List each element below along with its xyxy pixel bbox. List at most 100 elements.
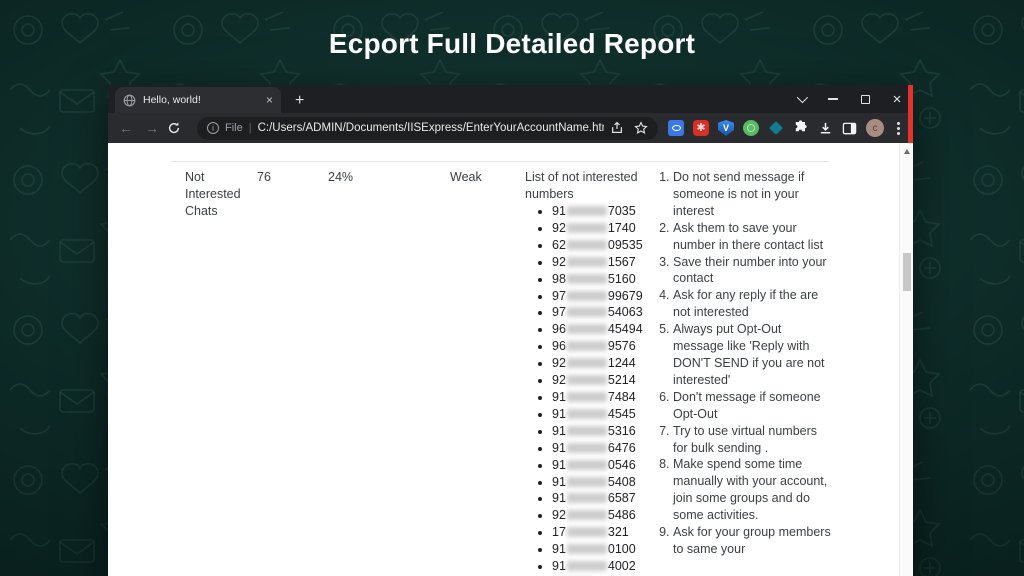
suggestion-text: Ask for any reply if the are not interes… (673, 288, 818, 319)
redacted-digits (567, 240, 607, 250)
suggestion-item: Ask them to save your number in there co… (673, 220, 835, 254)
number-suffix: 4545 (608, 407, 636, 421)
scrollbar-thumb[interactable] (903, 253, 911, 291)
number-prefix: 91 (552, 458, 566, 472)
suggestion-text: Ask them to save your number in there co… (673, 221, 823, 252)
suggestion-text: Make spend some time manually with your … (673, 457, 827, 522)
number-suffix: 99679 (608, 289, 643, 303)
redacted-digits (567, 443, 607, 453)
browser-tab[interactable]: Hello, world! × (115, 87, 281, 113)
video-downloader-extension-icon[interactable] (668, 120, 684, 136)
number-prefix: 62 (552, 238, 566, 252)
suggestion-text: Don't message if someone Opt-Out (673, 390, 821, 421)
redacted-digits (567, 324, 607, 334)
scroll-up-arrow-icon[interactable] (904, 149, 910, 154)
phone-number-item: 915408 (552, 474, 651, 491)
number-prefix: 91 (552, 390, 566, 404)
phone-number-item: 91 7484 (552, 389, 651, 406)
number-prefix: 91 (552, 407, 566, 421)
row-percent: 24% (328, 169, 353, 186)
redacted-digits (567, 206, 607, 216)
green-circle-extension-icon[interactable] (743, 120, 759, 136)
phone-number-item: 917035 (552, 203, 651, 220)
redacted-digits (567, 291, 607, 301)
reload-button[interactable] (167, 121, 189, 135)
redacted-digits (567, 493, 607, 503)
share-icon[interactable] (610, 121, 624, 135)
address-bar[interactable]: i File | C:/Users/ADMIN/Documents/IISExp… (197, 117, 658, 140)
number-suffix: 1567 (608, 255, 636, 269)
shield-extension-icon[interactable]: V (718, 120, 734, 136)
redacted-digits (567, 544, 607, 554)
suggestion-text: Save their number into your contact (673, 255, 827, 286)
redacted-digits (567, 358, 607, 368)
maximize-button[interactable] (849, 85, 881, 113)
number-prefix: 91 (552, 204, 566, 218)
phone-number-item: 914002 (552, 558, 651, 575)
number-prefix: 92 (552, 373, 566, 387)
redacted-digits (567, 426, 607, 436)
search-tabs-button[interactable] (785, 85, 817, 113)
number-prefix: 91 (552, 542, 566, 556)
url-text[interactable]: C:/Users/ADMIN/Documents/IISExpress/Ente… (258, 122, 604, 134)
maximize-icon (861, 95, 870, 104)
phone-number-item: 97 54063 (552, 304, 651, 321)
bookmark-star-icon[interactable] (634, 121, 648, 135)
redacted-digits (567, 510, 607, 520)
tab-close-icon[interactable]: × (266, 94, 273, 106)
forward-button[interactable]: → (141, 120, 163, 136)
diamond-extension-icon[interactable] (769, 121, 783, 135)
chevron-down-icon (797, 92, 808, 103)
url-separator: | (249, 122, 252, 134)
number-prefix: 97 (552, 305, 566, 319)
suggestion-item: Try to use virtual numbers for bulk send… (673, 423, 835, 457)
suggestions-column: Do not send message if someone is not in… (657, 169, 835, 558)
redacted-digits (567, 477, 607, 487)
suggestion-item: Ask for any reply if the are not interes… (673, 287, 835, 321)
page-scrollbar[interactable] (899, 143, 913, 576)
browser-window: Hello, world! × + × ← → i File | C:/User… (108, 85, 913, 576)
redacted-digits (567, 223, 607, 233)
phone-number-item: 17321 (552, 524, 651, 541)
redacted-digits (567, 307, 607, 317)
number-prefix: 97 (552, 289, 566, 303)
number-prefix: 96 (552, 339, 566, 353)
number-prefix: 91 (552, 491, 566, 505)
red-badge-extension-icon[interactable]: ✱ (693, 120, 709, 136)
page-info-icon[interactable]: i (207, 122, 219, 134)
redacted-digits (567, 341, 607, 351)
not-interested-numbers-column: List of not interested numbers 917035 92… (525, 169, 651, 576)
phone-numbers-list: 917035 921740 6209535 921567 985160 9799… (525, 203, 651, 576)
number-suffix: 0100 (608, 542, 636, 556)
phone-number-item: 921244 (552, 355, 651, 372)
number-suffix: 1740 (608, 221, 636, 235)
back-button[interactable]: ← (115, 120, 137, 136)
minimize-button[interactable] (817, 85, 849, 113)
suggestion-item: Always put Opt-Out message like 'Reply w… (673, 321, 835, 389)
phone-number-item: 921567 (552, 254, 651, 271)
redacted-digits (567, 392, 607, 402)
chrome-menu-icon[interactable] (893, 122, 904, 135)
number-suffix: 0546 (608, 458, 636, 472)
side-panel-icon[interactable] (842, 121, 857, 136)
profile-avatar[interactable]: c (866, 119, 884, 137)
number-prefix: 92 (552, 508, 566, 522)
downloads-icon[interactable] (818, 121, 833, 136)
redacted-digits (567, 561, 607, 571)
extension-icons: ✱ V c (666, 119, 906, 137)
redacted-digits (567, 274, 607, 284)
number-suffix: 7484 (608, 390, 636, 404)
phone-number-item: 916587 (552, 490, 651, 507)
reload-icon (167, 121, 181, 135)
number-suffix: 6476 (608, 441, 636, 455)
number-suffix: 54063 (608, 305, 643, 319)
phone-number-item: 9645494 (552, 321, 651, 338)
new-tab-button[interactable]: + (295, 93, 304, 109)
number-prefix: 17 (552, 525, 566, 539)
phone-number-item: 91 0546 (552, 457, 651, 474)
redacted-digits (567, 460, 607, 470)
phone-number-item: 915316 (552, 423, 651, 440)
extensions-puzzle-icon[interactable] (793, 120, 809, 136)
phone-number-item: 921740 (552, 220, 651, 237)
window-controls: × (785, 85, 913, 113)
